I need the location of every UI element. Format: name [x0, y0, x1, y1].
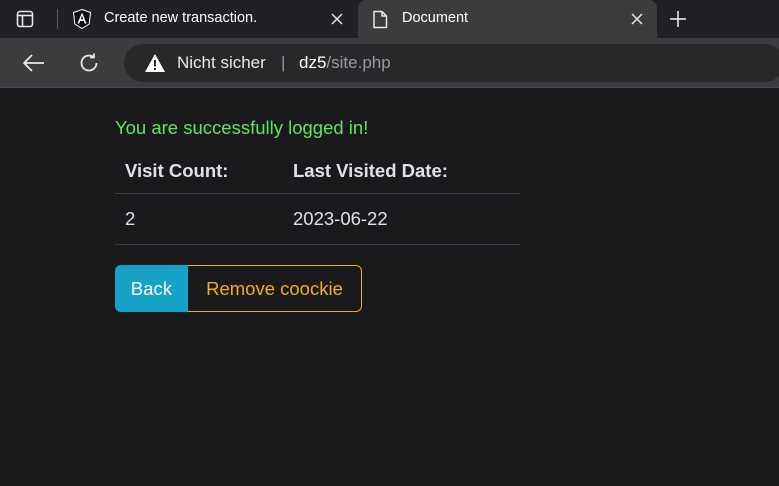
angular-icon: [72, 9, 92, 29]
page-viewport: You are successfully logged in! Visit Co…: [0, 88, 779, 486]
back-arrow-icon[interactable]: [21, 50, 47, 76]
tab-strip: Create new transaction. Document: [0, 0, 779, 38]
cell-visit-count: 2: [115, 193, 283, 245]
tab-title: Document: [402, 10, 469, 26]
visits-table: Visit Count: Last Visited Date: 2 2023-0…: [115, 148, 520, 245]
reload-icon[interactable]: [76, 50, 102, 76]
header-visit-count: Visit Count:: [115, 148, 283, 194]
tab-title: Create new transaction.: [104, 10, 258, 26]
table-row: 2 2023-06-22: [115, 193, 520, 245]
address-bar[interactable]: Nicht sicher | dz5/site.php: [124, 44, 779, 82]
tab-actions-icon[interactable]: [14, 8, 36, 30]
button-group: Back Remove coockie: [115, 265, 362, 312]
success-message: You are successfully logged in!: [115, 117, 369, 138]
new-tab-icon[interactable]: [667, 8, 689, 30]
back-button[interactable]: Back: [115, 265, 188, 312]
tab-separator: [57, 9, 58, 29]
close-icon[interactable]: [329, 11, 345, 27]
close-icon[interactable]: [629, 11, 645, 27]
url-host: dz5: [299, 53, 327, 72]
tab-document[interactable]: Document: [358, 0, 657, 38]
remove-cookie-button[interactable]: Remove coockie: [188, 265, 362, 312]
header-last-visited: Last Visited Date:: [283, 148, 520, 194]
url-path: /site.php: [326, 53, 391, 72]
browser-window: Create new transaction. Document Nicht s…: [0, 0, 779, 486]
document-icon: [370, 9, 390, 29]
security-status[interactable]: Nicht sicher: [177, 53, 266, 73]
warning-icon[interactable]: [144, 53, 166, 73]
cell-last-visited: 2023-06-22: [283, 193, 520, 245]
tab-create-transaction[interactable]: Create new transaction.: [60, 0, 357, 38]
address-separator: |: [281, 53, 286, 72]
table-header-row: Visit Count: Last Visited Date:: [115, 148, 520, 194]
browser-toolbar: Nicht sicher | dz5/site.php: [0, 38, 779, 88]
url-text[interactable]: dz5/site.php: [299, 53, 391, 73]
